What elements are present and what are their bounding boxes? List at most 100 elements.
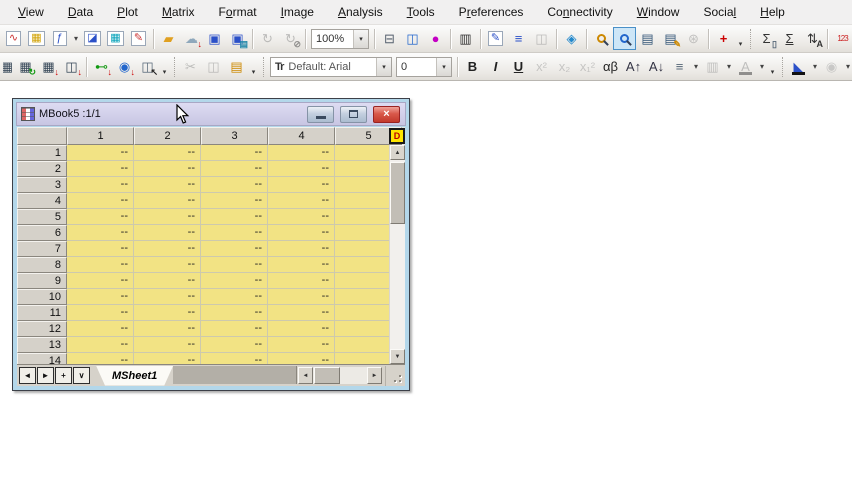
layout-page-icon[interactable]: ≡: [507, 27, 530, 50]
alignment-dropdown-icon[interactable]: ▾: [691, 62, 701, 71]
worksheet-query-icon[interactable]: ▤: [636, 27, 659, 50]
matrix-cell[interactable]: --: [268, 257, 335, 273]
matrix-cell[interactable]: --: [201, 353, 268, 364]
row-header[interactable]: 10: [17, 289, 67, 305]
increase-font-icon[interactable]: A↑: [622, 55, 645, 78]
matrix-cell[interactable]: --: [67, 353, 134, 364]
matrix-cell[interactable]: --: [268, 177, 335, 193]
window-resize-grip[interactable]: [385, 366, 405, 386]
import-ascii-icon[interactable]: ▦: [2, 55, 14, 78]
import-to-sheet-icon[interactable]: ▦↓: [37, 55, 60, 78]
font-name-caret-icon[interactable]: ▾: [376, 58, 391, 76]
matrix-cell[interactable]: --: [134, 145, 201, 161]
clone-import-icon[interactable]: ◫↖: [136, 55, 159, 78]
font-color-icon[interactable]: A: [734, 55, 757, 78]
toolbar-overflow-button[interactable]: ▾: [159, 56, 170, 78]
window-titlebar[interactable]: MBook5 :1/1 ×: [16, 102, 406, 126]
subscript-icon[interactable]: x₂: [553, 55, 576, 78]
new-notes-icon[interactable]: ✎: [484, 27, 507, 50]
reimport-icon[interactable]: ▦↻: [14, 55, 37, 78]
column-header[interactable]: 2: [134, 127, 201, 145]
toolbar-overflow-button[interactable]: ▾: [767, 56, 778, 78]
column-header[interactable]: 1: [67, 127, 134, 145]
video-builder-icon[interactable]: ▥: [454, 27, 477, 50]
matrix-cell[interactable]: --: [201, 225, 268, 241]
matrix-cell[interactable]: --: [134, 177, 201, 193]
matrix-cell[interactable]: --: [67, 193, 134, 209]
subsuperscript-icon[interactable]: x₁²: [576, 55, 599, 78]
import-web-icon[interactable]: ◉↓: [113, 55, 136, 78]
matrix-cell[interactable]: --: [134, 161, 201, 177]
matrix-cell[interactable]: --: [268, 241, 335, 257]
row-header[interactable]: 11: [17, 305, 67, 321]
print-icon[interactable]: ⊟: [378, 27, 401, 50]
matrix-cell[interactable]: --: [201, 209, 268, 225]
matrix-cell[interactable]: --: [67, 337, 134, 353]
matrix-cell[interactable]: --: [201, 177, 268, 193]
menu-item-plot[interactable]: Plot: [105, 1, 150, 23]
matrix-cell[interactable]: --: [201, 145, 268, 161]
zoom-pan-icon[interactable]: [613, 27, 636, 50]
column-header[interactable]: 3: [201, 127, 268, 145]
matrix-cell[interactable]: --: [67, 161, 134, 177]
set-values-icon[interactable]: 123: [831, 27, 852, 50]
matrix-cell[interactable]: --: [201, 241, 268, 257]
alignment-icon[interactable]: ≡: [668, 55, 691, 78]
row-header[interactable]: 7: [17, 241, 67, 257]
toolbar-overflow-button[interactable]: ▾: [248, 56, 259, 78]
horizontal-scroll-thumb[interactable]: [314, 367, 340, 384]
matrix-cell[interactable]: --: [134, 337, 201, 353]
borders-icon[interactable]: ▥: [701, 55, 724, 78]
zoom-combo-caret-icon[interactable]: ▾: [353, 30, 368, 48]
matrix-cell[interactable]: --: [268, 321, 335, 337]
restore-button[interactable]: [340, 106, 367, 123]
sort-icon[interactable]: ⇅A: [801, 27, 824, 50]
import-multiple-icon[interactable]: ◫↓: [60, 55, 83, 78]
statistics-on-columns-icon[interactable]: Σ▯: [755, 27, 778, 50]
decrease-font-icon[interactable]: A↓: [645, 55, 668, 78]
new-function-plot-icon[interactable]: ƒ: [48, 27, 71, 50]
matrix-cell[interactable]: --: [201, 305, 268, 321]
matrix-cell[interactable]: --: [134, 273, 201, 289]
edit-range-icon[interactable]: ▤✎: [659, 27, 682, 50]
vertical-scrollbar[interactable]: ▲ ▼: [389, 145, 405, 364]
toolbar-overflow-button[interactable]: ▾: [735, 28, 746, 50]
bold-icon[interactable]: B: [461, 55, 484, 78]
scroll-down-icon[interactable]: ▼: [390, 349, 405, 364]
matrix-cell[interactable]: --: [134, 241, 201, 257]
sheet-tab-msheet1[interactable]: MSheet1: [96, 366, 173, 386]
menu-item-view[interactable]: View: [6, 1, 56, 23]
font-size-caret-icon[interactable]: ▾: [436, 58, 451, 76]
matrix-cell[interactable]: --: [67, 305, 134, 321]
row-header[interactable]: 2: [17, 161, 67, 177]
menu-item-window[interactable]: Window: [625, 1, 692, 23]
matrix-cell[interactable]: --: [134, 289, 201, 305]
matrix-cell[interactable]: --: [201, 193, 268, 209]
matrix-cell[interactable]: --: [67, 257, 134, 273]
slide-show-icon[interactable]: ◫: [401, 27, 424, 50]
open-cloud-icon[interactable]: ☁↓: [180, 27, 203, 50]
greek-symbols-icon[interactable]: αβ: [599, 55, 622, 78]
row-header[interactable]: 13: [17, 337, 67, 353]
new-layout-icon[interactable]: ✎: [127, 27, 150, 50]
close-button[interactable]: ×: [373, 106, 400, 123]
matrix-cell[interactable]: --: [134, 321, 201, 337]
next-sheet-button[interactable]: ►: [37, 367, 54, 384]
find-in-project-icon[interactable]: [590, 27, 613, 50]
data-connector-icon[interactable]: ⊷↓: [90, 55, 113, 78]
prev-sheet-button[interactable]: ◄: [19, 367, 36, 384]
matrix-cell[interactable]: --: [268, 273, 335, 289]
matrix-cell[interactable]: --: [134, 305, 201, 321]
row-header[interactable]: 4: [17, 193, 67, 209]
matrix-cell[interactable]: --: [67, 289, 134, 305]
new-project-icon[interactable]: ∿: [2, 27, 25, 50]
menu-item-analysis[interactable]: Analysis: [326, 1, 395, 23]
menu-item-image[interactable]: Image: [269, 1, 326, 23]
copy-icon[interactable]: ◫: [202, 55, 225, 78]
matrix-cell[interactable]: --: [134, 225, 201, 241]
new-graph-icon[interactable]: ◪: [81, 27, 104, 50]
duplicate-window-icon[interactable]: ◫: [530, 27, 553, 50]
row-header[interactable]: 3: [17, 177, 67, 193]
row-header[interactable]: 1: [17, 145, 67, 161]
minimize-button[interactable]: [307, 106, 334, 123]
